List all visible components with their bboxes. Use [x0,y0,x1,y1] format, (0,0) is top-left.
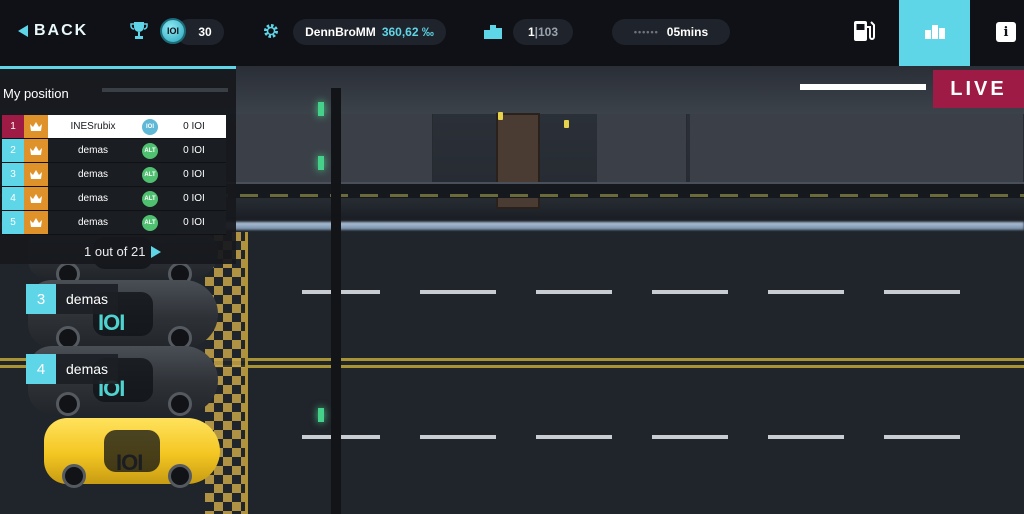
racer-tag: 4 demas [26,354,119,384]
live-progress-bar [800,84,926,90]
top-bar: BACK 30 IOI DennBroMM 360,62 ‰ 1 | 103 •… [0,0,1024,66]
ioi-coin-icon: IOI [160,18,186,44]
gear-icon[interactable] [262,22,280,45]
live-badge: LIVE [933,70,1024,108]
coins-value: 30 [198,25,212,39]
racer-name: demas [56,284,119,314]
fuel-pump-icon [853,19,875,48]
position-row[interactable]: 1 INESrubix IOI 0 IOI [2,115,226,139]
username: DennBroMM [305,25,376,39]
back-arrow-icon [18,25,28,37]
racer-tag: 3 demas [26,284,119,314]
wall-panel [690,114,1024,184]
leaderboard-button[interactable] [899,0,970,66]
alt-badge-icon: ALT [142,142,158,159]
position-name: demas [48,139,138,162]
position-row[interactable]: 3 demas ALT 0 IOI [2,163,226,187]
rank-total: 103 [538,25,559,39]
start-pole [245,232,248,514]
position-name: demas [48,187,138,210]
position-rank: 2 [2,139,24,162]
start-lamp [318,156,324,170]
info-button[interactable]: i [996,22,1016,42]
player-car: IOI [44,418,220,488]
position-score: 0 IOI [162,163,226,186]
pager-label: 1 out of 21 [84,244,146,259]
time-dots: •••••• [633,27,659,37]
podium-icon [484,23,502,44]
car-logo: IOI [116,450,143,475]
racer-rank: 3 [26,284,56,314]
wall-light [564,120,569,128]
position-score: 0 IOI [162,115,226,138]
start-lamp [318,102,324,116]
trophy-icon [130,21,148,46]
crown-icon [24,115,48,138]
rank-counter: 1 | 103 [513,19,573,45]
crown-icon [24,163,48,186]
wheel [168,392,192,416]
coin-symbol: IOI [166,26,179,36]
position-name: INESrubix [48,115,138,138]
wall-light [498,112,503,120]
user-score: DennBroMM 360,62 ‰ [293,19,446,45]
position-name: demas [48,211,138,234]
position-table: 1 INESrubix IOI 0 IOI 2 demas ALT 0 IOI … [2,115,226,235]
leaderboard-icon [924,23,945,44]
wheel [168,464,192,488]
next-page-icon[interactable] [151,245,162,258]
position-row[interactable]: 5 demas ALT 0 IOI [2,211,226,235]
time-value: 05mins [666,25,709,39]
wall-panel [597,114,687,184]
fuel-button[interactable] [836,0,892,66]
alt-badge-icon: ALT [142,166,158,183]
position-name: demas [48,163,138,186]
racer-rank: 4 [26,354,56,384]
position-panel: My position 1 INESrubix IOI 0 IOI 2 dema… [0,66,236,264]
ioi-badge-icon: IOI [142,118,158,135]
start-lamp [318,408,324,422]
alt-badge-icon: ALT [142,214,158,231]
alt-badge-icon: ALT [142,190,158,207]
crown-icon [24,187,48,210]
position-score: 0 IOI [162,187,226,210]
position-rank: 3 [2,163,24,186]
time-remaining: •••••• 05mins [612,19,730,45]
position-score: 0 IOI [162,139,226,162]
track-pillar [331,88,341,514]
wheel [56,392,80,416]
position-score: 0 IOI [162,211,226,234]
position-row[interactable]: 2 demas ALT 0 IOI [2,139,226,163]
position-pager: 1 out of 21 [84,244,162,259]
info-icon: i [1003,24,1009,40]
position-rank: 5 [2,211,24,234]
rank-current: 1 [527,25,535,39]
back-button[interactable]: BACK [18,22,88,40]
position-rank: 1 [2,115,24,138]
crown-icon [24,139,48,162]
wheel [62,464,86,488]
position-row[interactable]: 4 demas ALT 0 IOI [2,187,226,211]
position-bar [102,88,228,92]
user-percent: 360,62 ‰ [381,25,434,39]
position-title: My position [3,86,69,101]
racer-name: demas [56,354,119,384]
back-label: BACK [34,22,89,39]
crown-icon [24,211,48,234]
position-rank: 4 [2,187,24,210]
